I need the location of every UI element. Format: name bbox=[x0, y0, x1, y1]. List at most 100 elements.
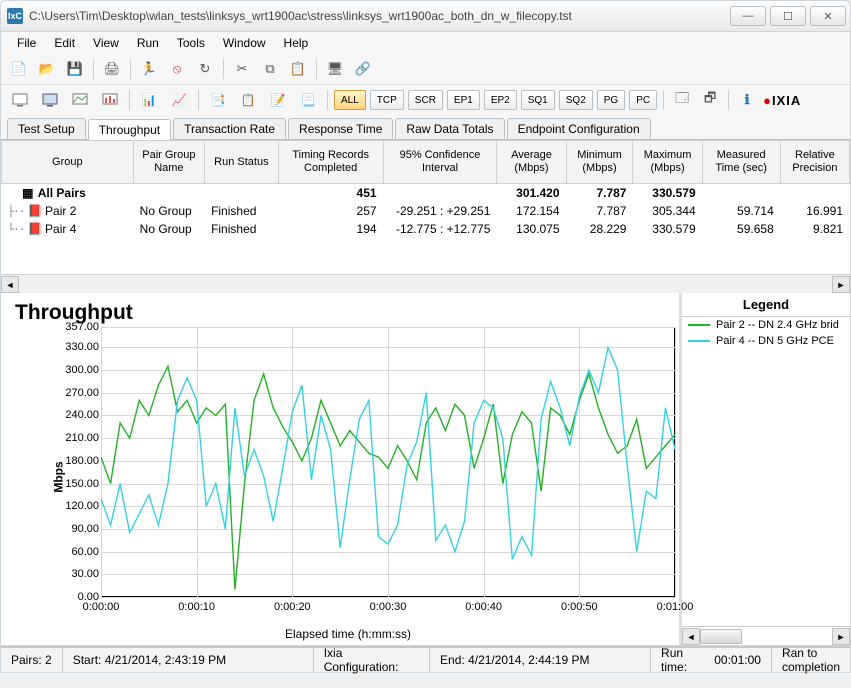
menu-run[interactable]: Run bbox=[129, 34, 167, 52]
menu-help[interactable]: Help bbox=[276, 34, 317, 52]
pairs-icon[interactable]: 🔗 bbox=[351, 57, 375, 81]
stop-icon[interactable]: ⦸ bbox=[165, 57, 189, 81]
page-icon[interactable]: 🗔 bbox=[670, 88, 694, 112]
col-trc[interactable]: Timing Records Completed bbox=[278, 141, 383, 184]
col-ci[interactable]: 95% Confidence Interval bbox=[383, 141, 497, 184]
tab-response-time[interactable]: Response Time bbox=[288, 118, 393, 139]
ytick-label: 150.00 bbox=[65, 478, 99, 490]
filter-ep1[interactable]: EP1 bbox=[447, 90, 480, 110]
xtick-label: 0:00:40 bbox=[465, 601, 502, 613]
legend-scroll-left-icon[interactable]: ◄ bbox=[682, 628, 700, 645]
menu-tools[interactable]: Tools bbox=[169, 34, 213, 52]
legend-label: Pair 4 -- DN 5 GHz PCE bbox=[716, 335, 834, 347]
menu-edit[interactable]: Edit bbox=[46, 34, 83, 52]
legend-hscroll[interactable]: ◄ ► bbox=[682, 626, 850, 645]
pair-icon: 📕 bbox=[28, 204, 42, 218]
ytick-label: 330.00 bbox=[65, 341, 99, 353]
new-icon[interactable]: 📄 bbox=[7, 57, 31, 81]
view3-icon[interactable] bbox=[67, 88, 93, 112]
col-pairgroup[interactable]: Pair Group Name bbox=[133, 141, 204, 184]
table-row[interactable]: └·· 📕 Pair 4No GroupFinished194-12.775 :… bbox=[2, 220, 850, 238]
filter-pc[interactable]: PC bbox=[629, 90, 657, 110]
grid-hscroll[interactable]: ◄ ► bbox=[1, 274, 850, 293]
xtick-label: 0:00:00 bbox=[83, 601, 120, 613]
pair-icon: 📕 bbox=[28, 222, 42, 236]
doc4-icon[interactable]: 📃 bbox=[295, 88, 321, 112]
ytick-label: 120.00 bbox=[65, 500, 99, 512]
maximize-button[interactable]: ☐ bbox=[770, 6, 806, 26]
print-icon[interactable]: 🖨 bbox=[100, 57, 124, 81]
doc3-icon[interactable]: 📝 bbox=[265, 88, 291, 112]
results-grid: Group Pair Group Name Run Status Timing … bbox=[0, 140, 851, 293]
close-button[interactable]: ✕ bbox=[810, 6, 846, 26]
step-icon[interactable]: ↻ bbox=[193, 57, 217, 81]
tab-transaction[interactable]: Transaction Rate bbox=[173, 118, 286, 139]
col-min[interactable]: Minimum (Mbps) bbox=[566, 141, 633, 184]
view2-icon[interactable] bbox=[37, 88, 63, 112]
col-mt[interactable]: Measured Time (sec) bbox=[702, 141, 780, 184]
chart-area: Throughput Mbps 0.0030.0060.0090.00120.0… bbox=[0, 293, 851, 646]
ixia-logo: ●IXIA bbox=[763, 93, 801, 108]
table-row[interactable]: ├·· 📕 Pair 2No GroupFinished257-29.251 :… bbox=[2, 202, 850, 220]
chart-plot[interactable]: Mbps 0.0030.0060.0090.00120.00150.00180.… bbox=[45, 327, 675, 627]
chart-ylabel: Mbps bbox=[52, 461, 66, 492]
col-group[interactable]: Group bbox=[2, 141, 134, 184]
ytick-label: 210.00 bbox=[65, 432, 99, 444]
view4-icon[interactable] bbox=[97, 88, 123, 112]
col-max[interactable]: Maximum (Mbps) bbox=[633, 141, 702, 184]
ytick-label: 357.00 bbox=[65, 321, 99, 333]
paste-icon[interactable]: 📋 bbox=[286, 57, 310, 81]
window-icon[interactable]: 🗗 bbox=[698, 88, 722, 112]
table-row[interactable]: ▦ All Pairs451301.4207.787330.579 bbox=[2, 184, 850, 203]
tab-raw-data[interactable]: Raw Data Totals bbox=[395, 118, 504, 139]
col-rp[interactable]: Relative Precision bbox=[780, 141, 849, 184]
tab-test-setup[interactable]: Test Setup bbox=[7, 118, 86, 139]
ytick-label: 270.00 bbox=[65, 387, 99, 399]
filter-all[interactable]: ALL bbox=[334, 90, 366, 110]
filter-scr[interactable]: SCR bbox=[408, 90, 443, 110]
doc2-icon[interactable]: 📋 bbox=[235, 88, 261, 112]
view1-icon[interactable] bbox=[7, 88, 33, 112]
copy-icon[interactable]: ⧉ bbox=[258, 57, 282, 81]
xtick-label: 0:00:50 bbox=[561, 601, 598, 613]
xtick-label: 0:00:30 bbox=[370, 601, 407, 613]
menu-view[interactable]: View bbox=[85, 34, 127, 52]
run-icon[interactable]: 🏃 bbox=[137, 57, 161, 81]
scroll-left-icon[interactable]: ◄ bbox=[1, 276, 19, 293]
sb-completion: Ran to completion bbox=[772, 648, 850, 672]
filter-pg[interactable]: PG bbox=[597, 90, 625, 110]
filter-tcp[interactable]: TCP bbox=[370, 90, 404, 110]
menu-file[interactable]: File bbox=[9, 34, 44, 52]
col-runstatus[interactable]: Run Status bbox=[205, 141, 279, 184]
legend-title: Legend bbox=[682, 293, 850, 317]
legend-item[interactable]: Pair 4 -- DN 5 GHz PCE bbox=[682, 333, 850, 349]
menu-bar: File Edit View Run Tools Window Help bbox=[0, 32, 851, 54]
endpoint-icon[interactable]: 🖥 bbox=[323, 57, 347, 81]
menu-window[interactable]: Window bbox=[215, 34, 274, 52]
ytick-label: 180.00 bbox=[65, 455, 99, 467]
tab-throughput[interactable]: Throughput bbox=[88, 119, 171, 140]
legend-scroll-right-icon[interactable]: ► bbox=[832, 628, 850, 645]
filter-sq1[interactable]: SQ1 bbox=[521, 90, 555, 110]
chart-title: Throughput bbox=[15, 301, 675, 325]
cut-icon[interactable]: ✂ bbox=[230, 57, 254, 81]
legend-item[interactable]: Pair 2 -- DN 2.4 GHz brid bbox=[682, 317, 850, 333]
chart1-icon[interactable]: 📊 bbox=[136, 88, 162, 112]
ytick-label: 240.00 bbox=[65, 409, 99, 421]
doc1-icon[interactable]: 📑 bbox=[205, 88, 231, 112]
col-avg[interactable]: Average (Mbps) bbox=[497, 141, 566, 184]
legend-scroll-thumb[interactable] bbox=[700, 629, 742, 644]
filter-ep2[interactable]: EP2 bbox=[484, 90, 517, 110]
scroll-right-icon[interactable]: ► bbox=[832, 276, 850, 293]
tab-strip: Test Setup Throughput Transaction Rate R… bbox=[0, 115, 851, 140]
chart2-icon[interactable]: 📈 bbox=[166, 88, 192, 112]
minimize-button[interactable]: — bbox=[730, 6, 766, 26]
series-line-1 bbox=[101, 347, 675, 559]
filter-sq2[interactable]: SQ2 bbox=[559, 90, 593, 110]
sb-pairs: Pairs: 2 bbox=[1, 648, 63, 672]
grid-icon: ▦ bbox=[21, 186, 35, 200]
open-icon[interactable]: 📂 bbox=[35, 57, 59, 81]
tab-endpoint-cfg[interactable]: Endpoint Configuration bbox=[507, 118, 651, 139]
save-icon[interactable]: 💾 bbox=[63, 57, 87, 81]
info-icon[interactable]: ℹ bbox=[735, 88, 759, 112]
